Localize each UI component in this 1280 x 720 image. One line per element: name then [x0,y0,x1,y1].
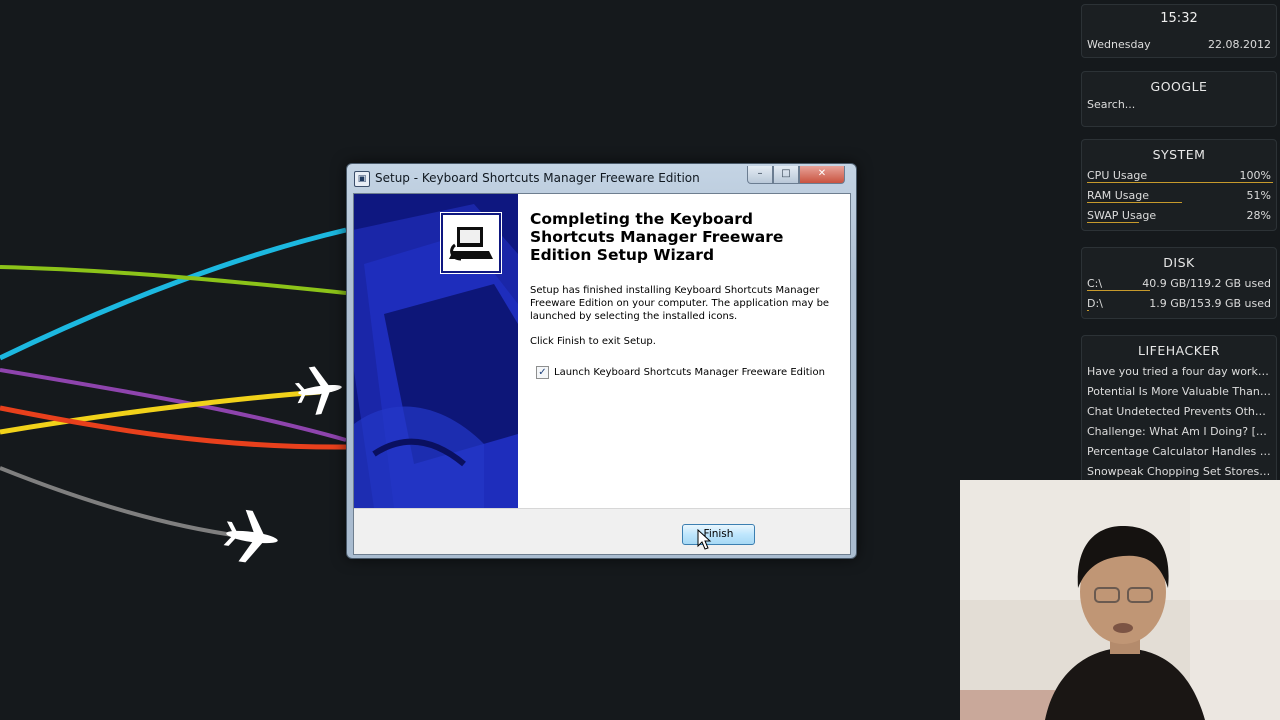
disk-gadget: DISK C:\ 40.9 GB/119.2 GB used D:\ 1.9 G… [1081,247,1277,319]
dialog-client-area: Completing the Keyboard Shortcuts Manage… [353,193,851,555]
swap-usage-bar [1087,222,1139,223]
wizard-heading: Completing the Keyboard Shortcuts Manage… [530,210,784,264]
system-row-label: SWAP Usage [1087,209,1157,222]
news-item[interactable]: Percentage Calculator Handles Co... [1082,442,1276,462]
system-row-value: 100% [1239,169,1271,182]
system-row-swap: SWAP Usage 28% [1082,206,1276,226]
news-item[interactable]: Potential Is More Valuable Than Ex... [1082,382,1276,402]
news-item-text: Have you tried a four day work we... [1087,365,1271,378]
news-item[interactable]: Chat Undetected Prevents Others... [1082,402,1276,422]
minimize-button[interactable]: – [747,166,773,184]
close-button[interactable]: ✕ [799,166,845,184]
flight-line-gray [0,466,241,538]
clock-date: 22.08.2012 [1208,38,1271,51]
webcam-video-overlay [960,480,1280,720]
news-item-text: Percentage Calculator Handles Co... [1087,445,1271,458]
cpu-usage-bar [1087,182,1273,183]
wizard-body-text: Setup has finished installing Keyboard S… [530,285,830,322]
clock-time: 15:32 [1160,11,1198,26]
news-item-text: Challenge: What Am I Doing? [Sear... [1087,425,1271,438]
wizard-banner-image [354,194,518,508]
system-row-value: 51% [1246,189,1271,202]
lifehacker-gadget: LIFEHACKER Have you tried a four day wor… [1081,335,1277,485]
setup-app-icon: ▣ [354,171,370,187]
system-gadget: SYSTEM CPU Usage 100% RAM Usage 51% SWAP… [1081,139,1277,231]
setup-computer-icon [440,212,502,274]
launch-app-option[interactable]: ✓ Launch Keyboard Shortcuts Manager Free… [536,366,825,379]
google-gadget: GOOGLE [1081,71,1277,127]
webcam-person-image [960,480,1280,720]
system-row-ram: RAM Usage 51% [1082,186,1276,206]
mouse-cursor-icon [697,529,712,550]
finish-button[interactable]: Finish [682,524,755,545]
disk-row-d: D:\ 1.9 GB/153.9 GB used [1082,294,1276,314]
disk-title: DISK [1163,255,1195,270]
setup-dialog: ▣ Setup - Keyboard Shortcuts Manager Fre… [346,163,857,559]
wizard-footer: Finish [354,508,850,554]
clock-date-row: Wednesday 22.08.2012 [1082,35,1276,55]
system-row-cpu: CPU Usage 100% [1082,166,1276,186]
disk-c-usage-bar [1087,290,1150,291]
system-row-label: CPU Usage [1087,169,1148,182]
news-item-text: Snowpeak Chopping Set Stores Yo... [1087,465,1271,478]
news-item[interactable]: Challenge: What Am I Doing? [Sear... [1082,422,1276,442]
google-title: GOOGLE [1150,79,1208,94]
news-item-text: Potential Is More Valuable Than Ex... [1087,385,1271,398]
flight-line-green [0,265,347,295]
flight-line-blue [0,227,347,361]
news-item[interactable]: Snowpeak Chopping Set Stores Yo... [1082,462,1276,482]
dialog-title: Setup - Keyboard Shortcuts Manager Freew… [375,171,700,185]
clock-gadget: 15:32 Wednesday 22.08.2012 [1081,4,1277,58]
dialog-titlebar[interactable]: ▣ Setup - Keyboard Shortcuts Manager Fre… [347,164,856,192]
system-row-label: RAM Usage [1087,189,1149,202]
news-item-text: Chat Undetected Prevents Others... [1087,405,1271,418]
launch-checkbox[interactable]: ✓ [536,366,549,379]
google-search-input[interactable] [1087,98,1273,111]
clock-day: Wednesday [1087,38,1151,51]
disk-row-value: 1.9 GB/153.9 GB used [1149,297,1271,310]
airplane-icon [294,366,342,415]
disk-row-label: D:\ [1087,297,1103,310]
computer-glyph-icon [447,219,495,267]
news-item[interactable]: Have you tried a four day work we... [1082,362,1276,382]
disk-row-value: 40.9 GB/119.2 GB used [1142,277,1271,290]
disk-d-usage-bar [1087,310,1089,311]
disk-row-c: C:\ 40.9 GB/119.2 GB used [1082,274,1276,294]
launch-checkbox-label: Launch Keyboard Shortcuts Manager Freewa… [554,367,825,378]
ram-usage-bar [1087,202,1182,203]
wizard-exit-hint: Click Finish to exit Setup. [530,336,656,347]
system-row-value: 28% [1246,209,1271,222]
system-title: SYSTEM [1152,147,1206,162]
airplane-icon [223,509,278,563]
maximize-button[interactable]: □ [773,166,799,184]
disk-row-label: C:\ [1087,277,1103,290]
lifehacker-title: LIFEHACKER [1138,343,1220,358]
wizard-content: Completing the Keyboard Shortcuts Manage… [518,194,850,508]
